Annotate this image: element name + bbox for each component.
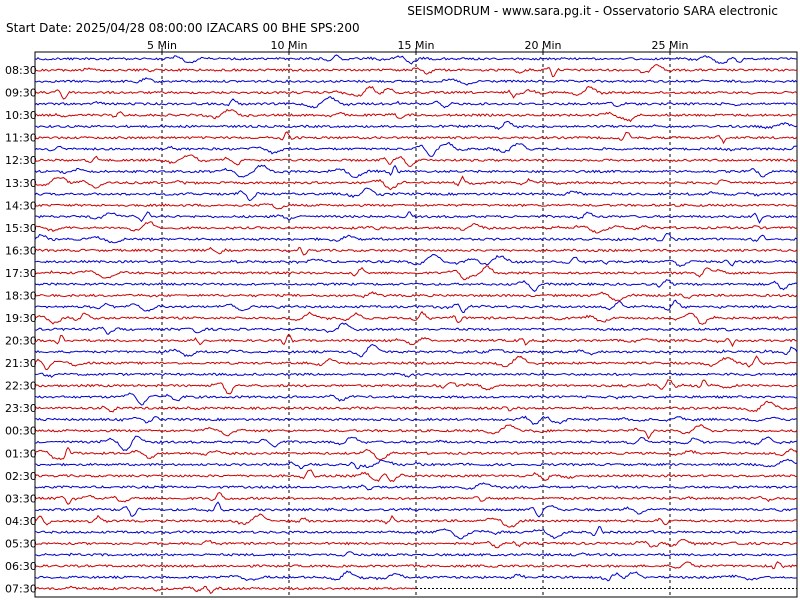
row-time-label: 21:30: [5, 357, 37, 370]
row-time-label: 00:30: [5, 425, 37, 438]
seismic-trace: [34, 585, 417, 594]
row-time-label: 20:30: [5, 335, 37, 348]
x-tick-label: 15 Min: [397, 39, 434, 52]
seismogram-plot: 5 Min 10 Min 15 Min 20 Min 25 Min 08:30 09:30 1…: [5, 39, 798, 598]
seismic-trace: [34, 221, 798, 234]
seismic-trace: [34, 265, 798, 281]
row-time-label: 12:30: [5, 154, 37, 167]
row-time-label: 14:30: [5, 199, 37, 212]
row-time-label: 11:30: [5, 132, 37, 145]
row-time-label: 07:30: [5, 583, 37, 596]
row-time-label: 08:30: [5, 64, 37, 77]
row-time-label: 13:30: [5, 177, 37, 190]
row-time-label: 17:30: [5, 267, 37, 280]
x-tick-label: 10 Min: [270, 39, 307, 52]
row-time-label: 02:30: [5, 470, 37, 483]
x-tick-label: 20 Min: [524, 39, 561, 52]
row-time-label: 06:30: [5, 560, 37, 573]
row-time-label: 04:30: [5, 515, 37, 528]
seismic-trace: [34, 379, 798, 395]
row-time-label: 19:30: [5, 312, 37, 325]
row-time-label: 09:30: [5, 87, 37, 100]
row-time-label: 10:30: [5, 109, 37, 122]
x-tick-label: 5 Min: [147, 39, 177, 52]
row-time-label: 05:30: [5, 537, 37, 550]
row-time-label: 15:30: [5, 222, 37, 235]
row-time-label: 01:30: [5, 447, 37, 460]
row-time-label: 22:30: [5, 380, 37, 393]
row-time-label: 16:30: [5, 244, 37, 257]
x-tick-label: 25 Min: [651, 39, 688, 52]
row-time-label: 18:30: [5, 289, 37, 302]
row-time-label: 03:30: [5, 492, 37, 505]
row-time-label: 23:30: [5, 402, 37, 415]
